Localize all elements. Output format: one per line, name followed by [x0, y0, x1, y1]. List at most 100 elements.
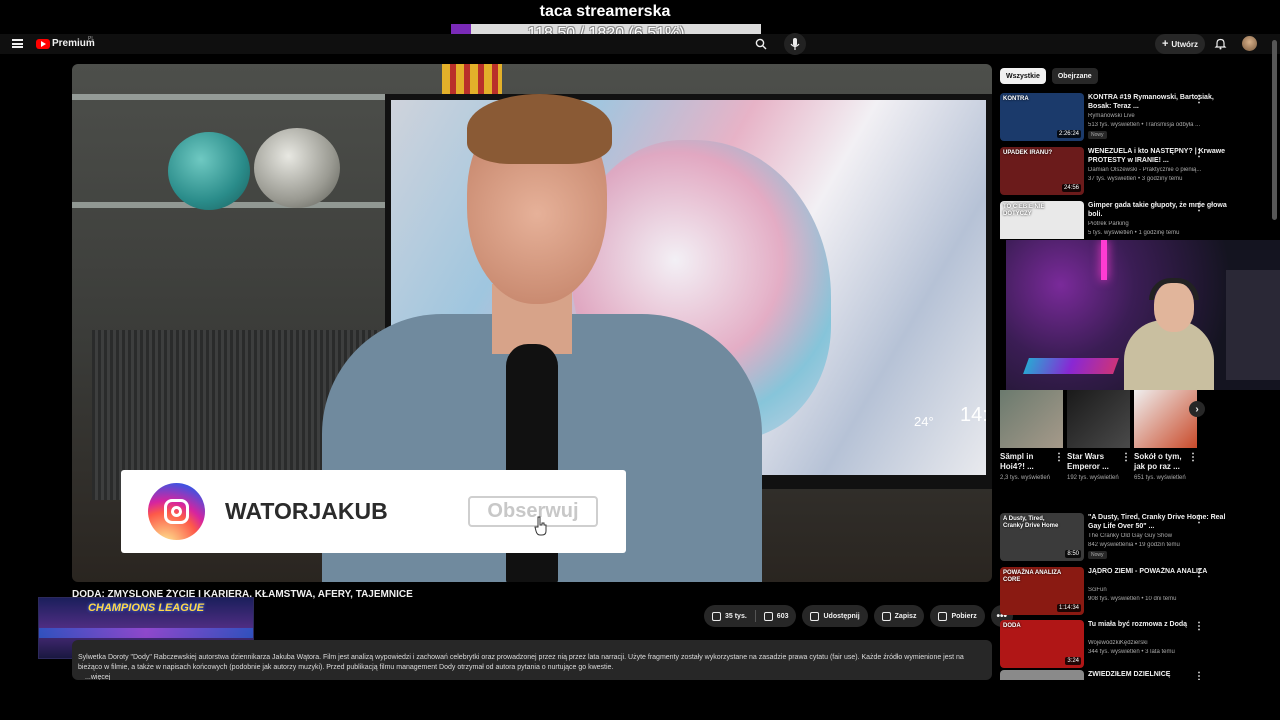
voice-search-button[interactable]: [784, 33, 806, 55]
video-thumbnail[interactable]: UPADEK IRANU? 24:56: [1000, 147, 1084, 195]
dislike-button[interactable]: 603: [756, 605, 797, 627]
video-duration: 3:24: [1065, 657, 1081, 665]
top-bar: [0, 34, 1280, 54]
like-dislike-bar: 35 tys. 603: [704, 605, 797, 627]
kebab-menu-icon[interactable]: ⋮: [1194, 568, 1204, 579]
recommended-video[interactable]: DODA 3:24 Tu miała być rozmowa z Dodą Wojew…: [1000, 620, 1250, 668]
share-button[interactable]: Udostępnij: [802, 605, 868, 627]
short-meta: 192 tys. wyświetleń: [1067, 475, 1119, 481]
recommended-video[interactable]: A Dusty, Tired, Cranky Drive Home 8:50 "A …: [1000, 513, 1250, 561]
video-meta: 344 tys. wyświetleń • 3 lata temu: [1088, 649, 1175, 655]
video-meta: 37 tys. wyświetleń • 3 godziny temu: [1088, 176, 1183, 182]
video-thumbnail[interactable]: KONTRA 2:26:24: [1000, 93, 1084, 141]
video-thumbnail[interactable]: DODA 3:24: [1000, 620, 1084, 668]
tv-clock: 14:: [960, 404, 988, 426]
thumbs-up-icon: [712, 611, 721, 621]
hamburger-menu-icon[interactable]: [12, 39, 23, 48]
youtube-logo-icon[interactable]: [36, 39, 50, 49]
download-icon: [938, 611, 948, 621]
download-button[interactable]: Pobierz: [930, 605, 985, 627]
microphone-icon: [790, 38, 800, 50]
kebab-menu-icon[interactable]: ⋮: [1194, 202, 1204, 213]
hand-cursor-icon: [534, 516, 547, 536]
recommended-video[interactable]: TO CIEBIE NIE DOTYCZY Gimper gada takie g…: [1000, 201, 1250, 239]
channel-name[interactable]: Rymanowski Live: [1088, 113, 1238, 119]
share-icon: [810, 611, 820, 621]
kebab-menu-icon[interactable]: ⋮: [1194, 148, 1204, 159]
video-title[interactable]: Gimper gada takie głupoty, że mnie głowa…: [1088, 201, 1238, 219]
short-thumbnail: [1067, 390, 1130, 448]
notifications-bell-icon[interactable]: [1214, 37, 1227, 50]
video-title[interactable]: ZWIEDZIŁEM DZIELNICĘ: [1088, 670, 1238, 679]
kebab-menu-icon[interactable]: ⋮: [1194, 671, 1204, 680]
tv-temperature: 24°: [914, 414, 934, 429]
gaming-chair: [1226, 270, 1280, 380]
plus-icon: +: [1161, 38, 1169, 50]
user-avatar[interactable]: [1242, 36, 1257, 51]
instagram-handle: WATORJAKUB: [225, 498, 388, 524]
channel-name[interactable]: The Cranky Old Gay Guy Show: [1088, 533, 1238, 539]
recommended-video[interactable]: POWAŻNA ANALIZA CORE 1:14:34 JĄDRO ZIEMI -…: [1000, 567, 1250, 615]
glass-shelf: [72, 202, 402, 208]
video-duration: 8:50: [1065, 550, 1081, 558]
kebab-menu-icon[interactable]: ⋮: [1194, 621, 1204, 632]
video-thumbnail[interactable]: TO CIEBIE NIE DOTYCZY: [1000, 201, 1084, 239]
short-item[interactable]: Sokół o tym, jak po raz ... 651 tys. wyś…: [1134, 390, 1198, 482]
short-menu-icon[interactable]: ⋮: [1054, 452, 1064, 463]
new-badge: Nowy: [1088, 131, 1107, 139]
create-button[interactable]: + Utwórz: [1155, 34, 1205, 54]
recommended-video[interactable]: UPADEK IRANU? 24:56 WENEZUELA i kto NASTĘP…: [1000, 147, 1250, 195]
stream-title: taca streamerska: [539, 3, 671, 20]
video-title[interactable]: KONTRA #19 Rymanowski, Bartosiak, Bosak:…: [1088, 93, 1238, 111]
shorts-next-button[interactable]: ›: [1189, 401, 1205, 417]
short-menu-icon[interactable]: ⋮: [1188, 452, 1198, 463]
chip-all[interactable]: Wszystkie: [1000, 68, 1046, 84]
like-button[interactable]: 35 tys.: [704, 605, 755, 627]
short-title: Star Wars Emperor ...: [1067, 452, 1109, 471]
instagram-icon: [148, 483, 205, 540]
download-label: Pobierz: [951, 612, 977, 620]
video-duration: 24:56: [1061, 184, 1081, 192]
video-title[interactable]: Tu miała być rozmowa z Dodą: [1088, 620, 1238, 629]
thumbs-down-icon: [763, 611, 773, 621]
save-label: Zapisz: [894, 612, 917, 620]
short-menu-icon[interactable]: ⋮: [1121, 452, 1131, 463]
channel-name[interactable]: Piotrek Parking: [1088, 221, 1238, 227]
video-duration: 1:14:34: [1056, 604, 1081, 612]
video-thumbnail[interactable]: POWAŻNA ANALIZA CORE 1:14:34: [1000, 567, 1084, 615]
sidebar-scrollbar[interactable]: [1272, 40, 1277, 220]
recommended-video[interactable]: KONTRA 2:26:24 KONTRA #19 Rymanowski, Bart…: [1000, 93, 1250, 141]
thumbnail-text: KONTRA: [1003, 96, 1029, 102]
video-title[interactable]: WENEZUELA i kto NASTĘPNY? | Krwawe PROTE…: [1088, 147, 1238, 165]
video-player[interactable]: 24° 14: WATORJAKUB Obserwuj: [72, 64, 992, 582]
bottom-letterbox: [0, 680, 1280, 720]
channel-name[interactable]: WojewódzkiKędzierski: [1088, 640, 1238, 646]
video-meta: 5 tys. wyświetleń • 1 godzinę temu: [1088, 230, 1180, 236]
short-item[interactable]: Sămpl in Hoi4?! ... 2,3 tys. wyświetleń …: [1000, 390, 1064, 482]
chip-watched[interactable]: Obejrzane: [1051, 68, 1098, 84]
kebab-menu-icon[interactable]: ⋮: [1194, 94, 1204, 105]
thumbnail-text: POWAŻNA ANALIZA CORE: [1003, 570, 1061, 583]
kebab-menu-icon[interactable]: ⋮: [1194, 514, 1204, 525]
video-title[interactable]: "A Dusty, Tired, Cranky Drive Home: Real…: [1088, 513, 1238, 531]
short-thumbnail: [1134, 390, 1197, 448]
short-item[interactable]: Star Wars Emperor ... 192 tys. wyświetle…: [1067, 390, 1131, 482]
short-meta: 651 tys. wyświetleń: [1134, 475, 1186, 481]
thumbnail-text: A Dusty, Tired, Cranky Drive Home: [1003, 516, 1059, 529]
thumbnail-text: UPADEK IRANU?: [1003, 150, 1053, 156]
video-title[interactable]: JĄDRO ZIEMI - POWAŻNA ANALIZA: [1088, 567, 1238, 576]
search-icon[interactable]: [755, 38, 767, 50]
short-title: Sokół o tym, jak po raz ...: [1134, 452, 1182, 471]
video-thumbnail[interactable]: A Dusty, Tired, Cranky Drive Home 8:50: [1000, 513, 1084, 561]
follow-button: Obserwuj: [468, 496, 598, 527]
football-silver: [254, 128, 340, 208]
video-description[interactable]: Sylwetka Doroty "Dody" Rabczewskiej auto…: [72, 640, 992, 680]
video-thumbnail[interactable]: [1000, 670, 1084, 680]
presenter-hair: [467, 94, 612, 164]
channel-name[interactable]: Damian Olszewski - Praktycznie o pienią.…: [1088, 167, 1238, 173]
save-button[interactable]: Zapisz: [873, 605, 925, 627]
recommended-video[interactable]: ZWIEDZIŁEM DZIELNICĘ ⋮: [1000, 670, 1250, 680]
channel-name[interactable]: SciFun: [1088, 587, 1238, 593]
thumbnail-text: TO CIEBIE NIE DOTYCZY: [1003, 204, 1045, 217]
filter-chips: Wszystkie Obejrzane: [1000, 68, 1098, 84]
